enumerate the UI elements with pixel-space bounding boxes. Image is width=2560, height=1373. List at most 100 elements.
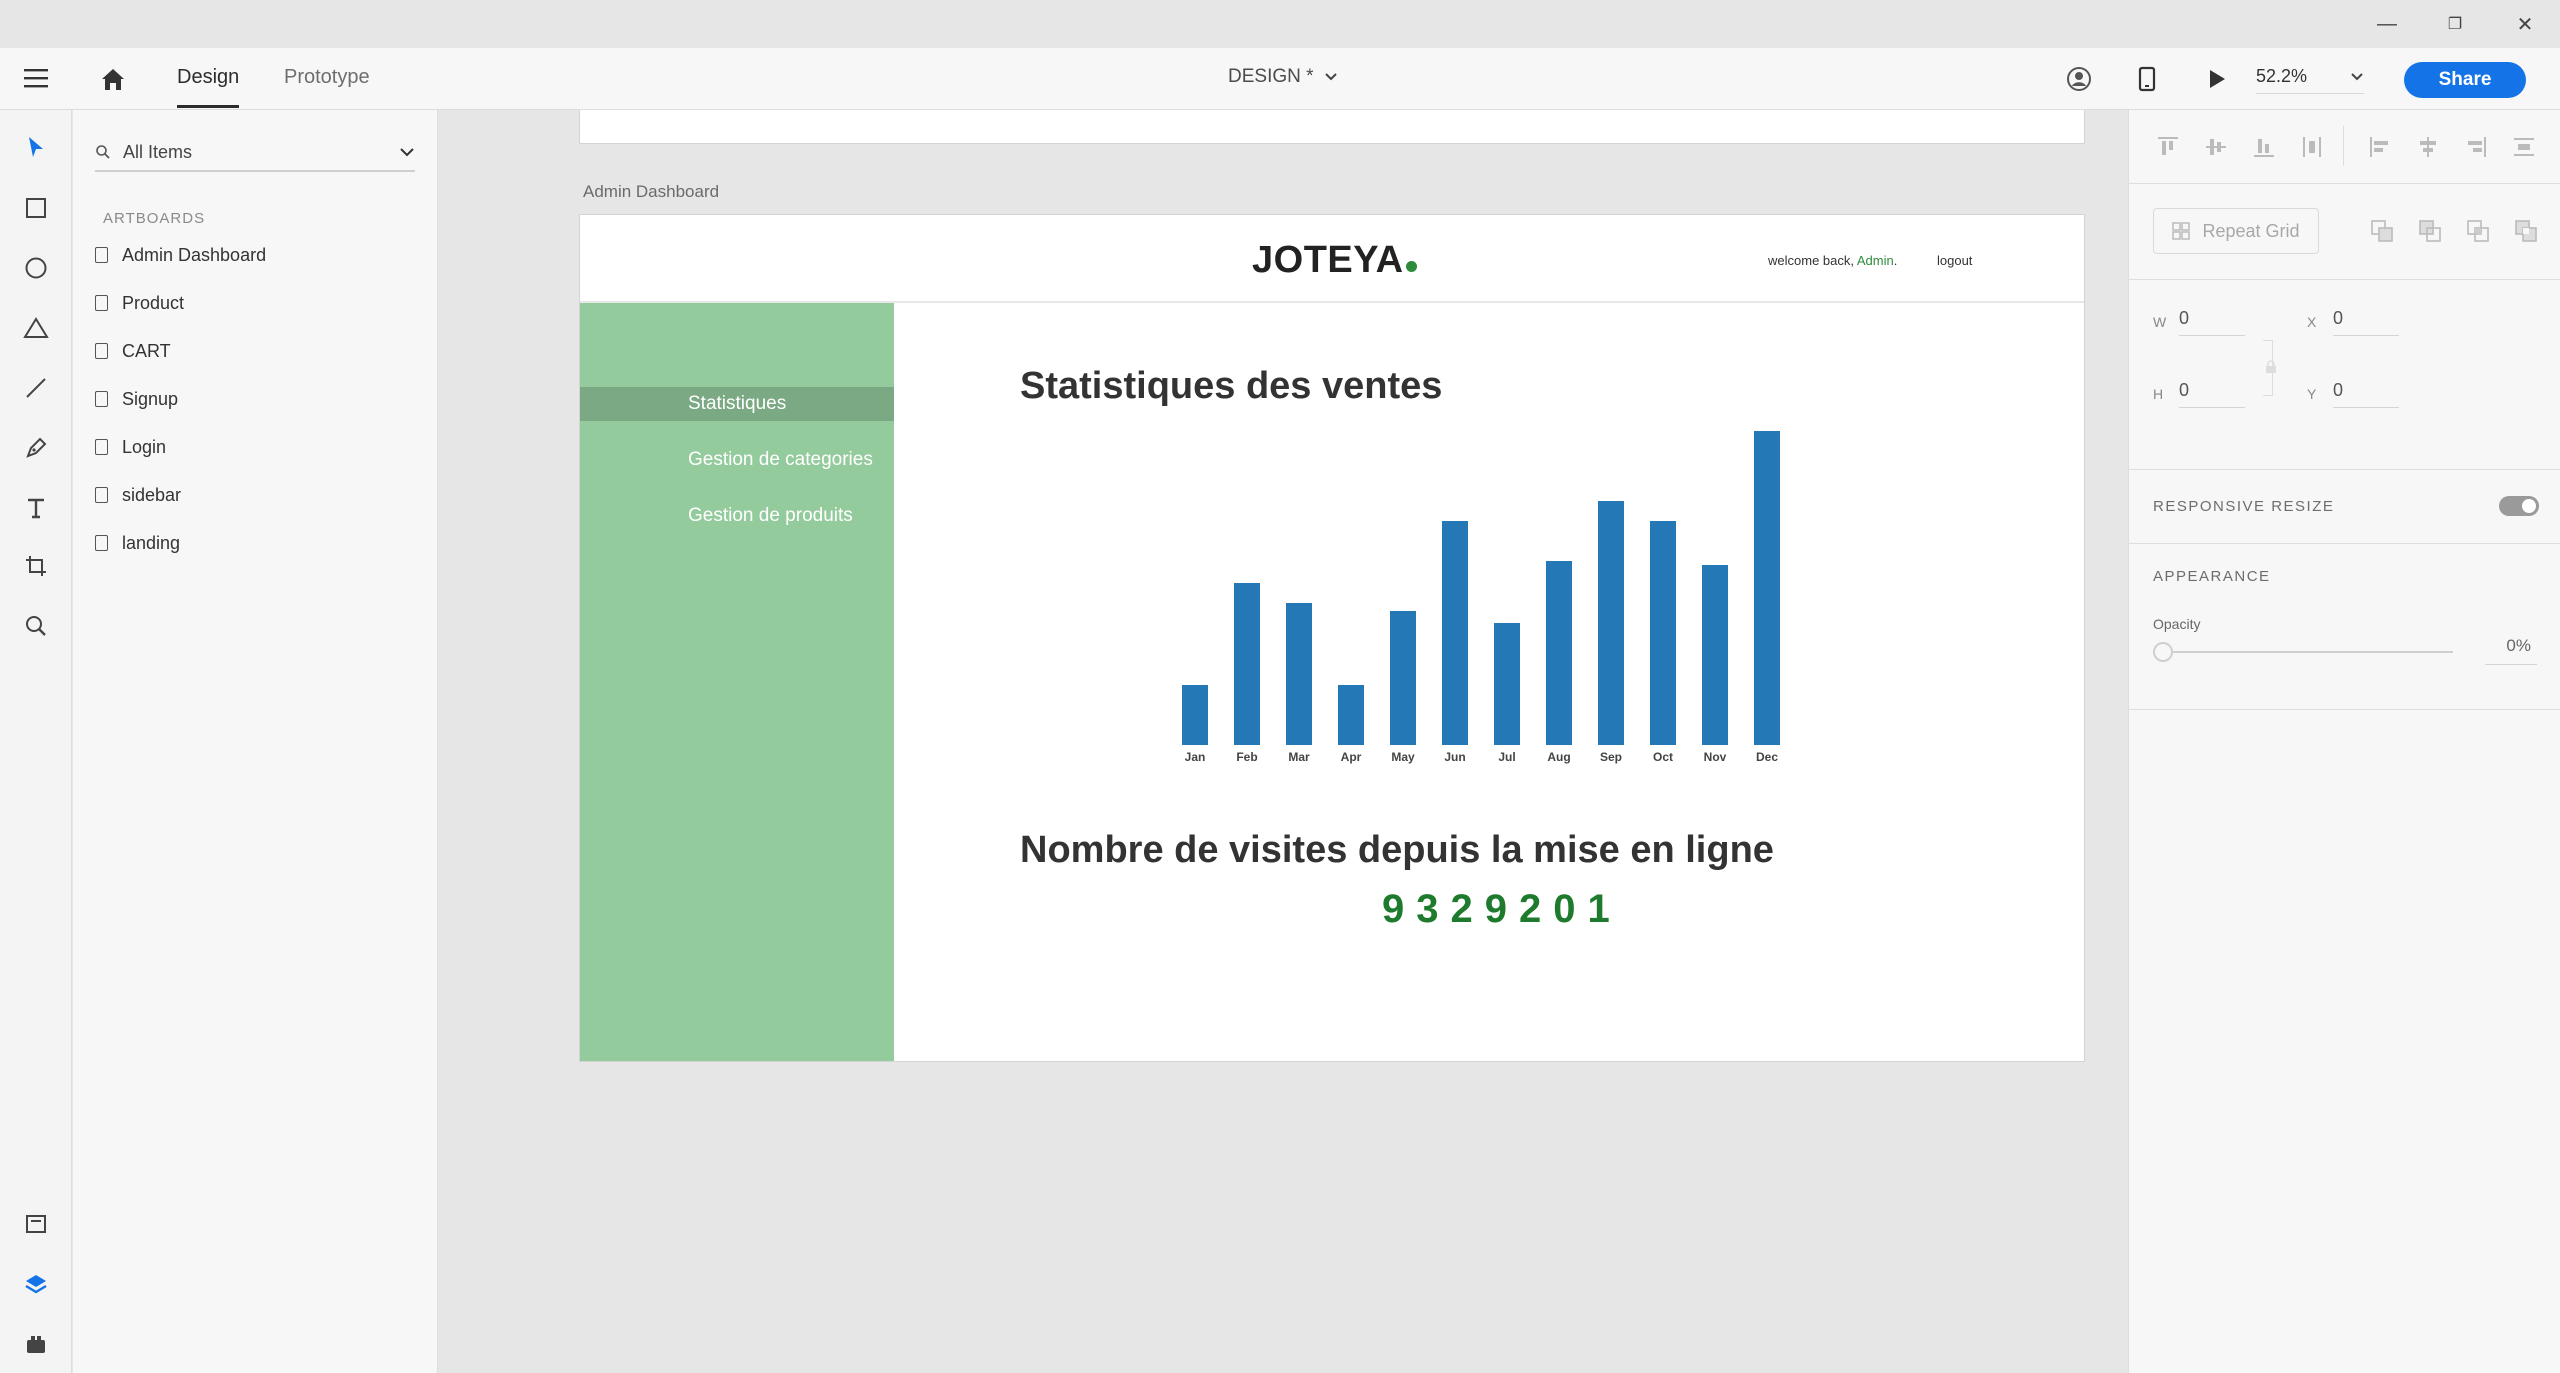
sidebar-item-categories[interactable]: Gestion de categories bbox=[580, 443, 894, 477]
chart-bar-sep bbox=[1598, 501, 1624, 745]
artboard-item-landing[interactable]: landing bbox=[95, 526, 180, 560]
welcome-username: Admin bbox=[1856, 253, 1894, 268]
artboard-above[interactable] bbox=[579, 110, 2085, 144]
minimize-button[interactable]: — bbox=[2360, 0, 2414, 48]
sales-bar-chart: Jan Feb Mar Apr May Jun Jul Aug Sep Oct Nov Dec bbox=[1160, 415, 1800, 765]
home-icon[interactable] bbox=[98, 64, 128, 94]
layers-filter-dropdown[interactable]: All Items bbox=[95, 134, 415, 172]
zoom-tool-icon[interactable] bbox=[20, 610, 52, 642]
artboard-item-label: Admin Dashboard bbox=[122, 244, 267, 265]
restore-button[interactable]: ❐ bbox=[2428, 0, 2482, 48]
transform-section: W0 H0 X0 Y0 bbox=[2129, 280, 2560, 470]
artboard-icon bbox=[95, 487, 108, 503]
grid-icon bbox=[2172, 222, 2191, 240]
line-tool-icon[interactable] bbox=[20, 372, 52, 404]
distribute-vertical-icon[interactable] bbox=[2299, 134, 2325, 160]
boolean-intersect-icon[interactable] bbox=[2465, 218, 2491, 244]
height-value[interactable]: 0 bbox=[2179, 380, 2245, 408]
align-bottom-icon[interactable] bbox=[2251, 134, 2277, 160]
zoom-value: 52.2% bbox=[2256, 66, 2308, 86]
play-icon[interactable] bbox=[2202, 64, 2232, 94]
artboard-item-admin-dashboard[interactable]: Admin Dashboard bbox=[95, 238, 266, 272]
chart-bar-may bbox=[1390, 611, 1416, 745]
artboard-item-login[interactable]: Login bbox=[95, 430, 166, 464]
width-value[interactable]: 0 bbox=[2179, 308, 2245, 336]
ellipse-tool-icon[interactable] bbox=[20, 252, 52, 284]
chart-bar-nov bbox=[1702, 565, 1728, 745]
chart-tick-label: Jul bbox=[1498, 750, 1515, 764]
logo-dot bbox=[1405, 261, 1417, 272]
assets-panel-icon[interactable] bbox=[20, 1208, 52, 1240]
chart-tick-label: May bbox=[1391, 750, 1415, 764]
artboard-tool-icon[interactable] bbox=[20, 550, 52, 582]
artboard-item-sidebar[interactable]: sidebar bbox=[95, 478, 181, 512]
boolean-exclude-icon[interactable] bbox=[2513, 218, 2539, 244]
align-top-icon[interactable] bbox=[2155, 134, 2181, 160]
opacity-slider-handle[interactable] bbox=[2153, 642, 2173, 662]
layers-panel-icon[interactable] bbox=[20, 1268, 52, 1300]
width-label: W bbox=[2153, 314, 2167, 330]
artboard-item-cart[interactable]: CART bbox=[95, 334, 171, 368]
boolean-subtract-icon[interactable] bbox=[2417, 218, 2443, 244]
share-button[interactable]: Share bbox=[2404, 62, 2526, 98]
chart-bar-jun bbox=[1442, 521, 1468, 745]
search-icon bbox=[96, 145, 110, 159]
plugins-panel-icon[interactable] bbox=[20, 1328, 52, 1360]
pen-tool-icon[interactable] bbox=[20, 432, 52, 464]
y-position-field[interactable]: Y0 bbox=[2307, 380, 2399, 408]
chevron-down-icon bbox=[2351, 72, 2363, 80]
align-right-icon[interactable] bbox=[2463, 134, 2489, 160]
opacity-value-field[interactable]: 0% bbox=[2485, 636, 2537, 665]
welcome-suffix: . bbox=[1893, 253, 1898, 268]
align-middle-icon[interactable] bbox=[2203, 134, 2229, 160]
artboard-icon bbox=[95, 535, 108, 551]
x-value[interactable]: 0 bbox=[2333, 308, 2399, 336]
logo-text: JOTEYA bbox=[1252, 239, 1404, 281]
x-position-field[interactable]: X0 bbox=[2307, 308, 2399, 336]
select-tool-icon[interactable] bbox=[20, 132, 52, 164]
tab-prototype[interactable]: Prototype bbox=[284, 66, 370, 108]
sidebar-item-statistiques[interactable]: Statistiques bbox=[580, 387, 894, 421]
welcome-prefix: welcome back, bbox=[1768, 253, 1857, 268]
lock-icon[interactable] bbox=[2265, 360, 2277, 379]
user-share-icon[interactable] bbox=[2064, 64, 2094, 94]
polygon-tool-icon[interactable] bbox=[20, 312, 52, 344]
logout-link[interactable]: logout bbox=[1937, 253, 1972, 268]
distribute-horizontal-icon[interactable] bbox=[2511, 134, 2537, 160]
align-left-icon[interactable] bbox=[2367, 134, 2393, 160]
sidebar-item-produits[interactable]: Gestion de produits bbox=[580, 499, 894, 533]
chart-bar-jul bbox=[1494, 623, 1520, 745]
welcome-text: welcome back, Admin. bbox=[1768, 253, 1897, 268]
responsive-resize-toggle[interactable] bbox=[2499, 496, 2539, 516]
artboard-admin-dashboard[interactable]: JOTEYA welcome back, Admin. logout Stati… bbox=[579, 214, 2085, 1062]
design-canvas[interactable]: Admin Dashboard JOTEYA welcome back, Adm… bbox=[439, 110, 2127, 1373]
zoom-dropdown[interactable]: 52.2% bbox=[2256, 66, 2364, 94]
text-tool-icon[interactable] bbox=[20, 492, 52, 524]
artboard-title-label[interactable]: Admin Dashboard bbox=[583, 182, 719, 202]
dashboard-header: JOTEYA welcome back, Admin. logout bbox=[580, 215, 2084, 303]
close-button[interactable]: ✕ bbox=[2498, 0, 2552, 48]
chart-bar-feb bbox=[1234, 583, 1260, 745]
boolean-add-icon[interactable] bbox=[2369, 218, 2395, 244]
rectangle-tool-icon[interactable] bbox=[20, 192, 52, 224]
y-value[interactable]: 0 bbox=[2333, 380, 2399, 408]
artboard-item-signup[interactable]: Signup bbox=[95, 382, 178, 416]
chart-bar-apr bbox=[1338, 685, 1364, 745]
opacity-slider-track[interactable] bbox=[2171, 651, 2453, 653]
align-center-icon[interactable] bbox=[2415, 134, 2441, 160]
tab-design[interactable]: Design bbox=[177, 66, 240, 108]
opacity-label: Opacity bbox=[2153, 616, 2201, 632]
menu-icon[interactable] bbox=[22, 66, 52, 92]
width-field[interactable]: W0 bbox=[2153, 308, 2245, 336]
chart-tick-label: Nov bbox=[1704, 750, 1727, 764]
device-preview-icon[interactable] bbox=[2132, 64, 2162, 94]
responsive-resize-label: RESPONSIVE RESIZE bbox=[2153, 498, 2335, 515]
chart-bar-aug bbox=[1546, 561, 1572, 745]
repeat-grid-button[interactable]: Repeat Grid bbox=[2153, 208, 2319, 254]
height-field[interactable]: H0 bbox=[2153, 380, 2245, 408]
document-title-dropdown[interactable]: DESIGN * bbox=[1228, 66, 1338, 88]
chart-tick-label: Apr bbox=[1341, 750, 1362, 764]
layers-panel: All Items ARTBOARDS Admin Dashboard Prod… bbox=[73, 110, 438, 1373]
y-label: Y bbox=[2307, 386, 2317, 402]
artboard-item-product[interactable]: Product bbox=[95, 286, 184, 320]
